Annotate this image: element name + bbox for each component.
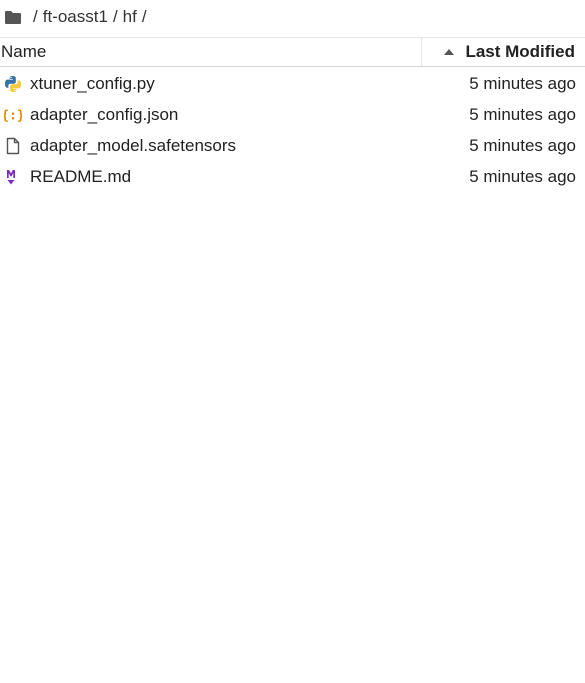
file-list: xtuner_config.py 5 minutes ago {:} adapt… (0, 68, 585, 192)
name-column-header[interactable]: Name (0, 38, 421, 66)
folder-icon[interactable] (4, 10, 22, 25)
svg-text:{:}: {:} (4, 108, 22, 123)
file-name: adapter_config.json (30, 104, 179, 124)
json-icon: {:} (2, 104, 24, 126)
breadcrumb-separator: / (141, 7, 147, 26)
file-row-xtuner-config[interactable]: xtuner_config.py 5 minutes ago (0, 68, 585, 99)
file-row-readme[interactable]: README.md 5 minutes ago (0, 161, 585, 192)
file-list-header: Name Last Modified (0, 37, 585, 67)
file-modified: 5 minutes ago (469, 73, 576, 93)
breadcrumb: / ft-oasst1 / hf / (0, 0, 585, 34)
breadcrumb-item-hf[interactable]: hf (123, 7, 137, 27)
breadcrumb-separator: / (112, 7, 118, 26)
file-name: README.md (30, 166, 132, 186)
breadcrumb-separator: / (33, 7, 38, 26)
file-icon (2, 135, 24, 157)
file-name: xtuner_config.py (30, 73, 155, 93)
file-modified: 5 minutes ago (469, 166, 576, 186)
file-name: adapter_model.safetensors (30, 135, 237, 155)
file-modified: 5 minutes ago (469, 135, 576, 155)
file-row-adapter-model[interactable]: adapter_model.safetensors 5 minutes ago (0, 130, 585, 161)
file-row-adapter-config[interactable]: {:} adapter_config.json 5 minutes ago (0, 99, 585, 130)
last-modified-column-header[interactable]: Last Modified (421, 38, 585, 66)
breadcrumb-item-ft-oasst1[interactable]: ft-oasst1 (43, 7, 108, 27)
python-icon (2, 73, 24, 95)
markdown-icon (2, 166, 24, 188)
file-modified: 5 minutes ago (469, 104, 576, 124)
sort-ascending-icon (444, 49, 455, 55)
last-modified-label: Last Modified (465, 42, 575, 61)
